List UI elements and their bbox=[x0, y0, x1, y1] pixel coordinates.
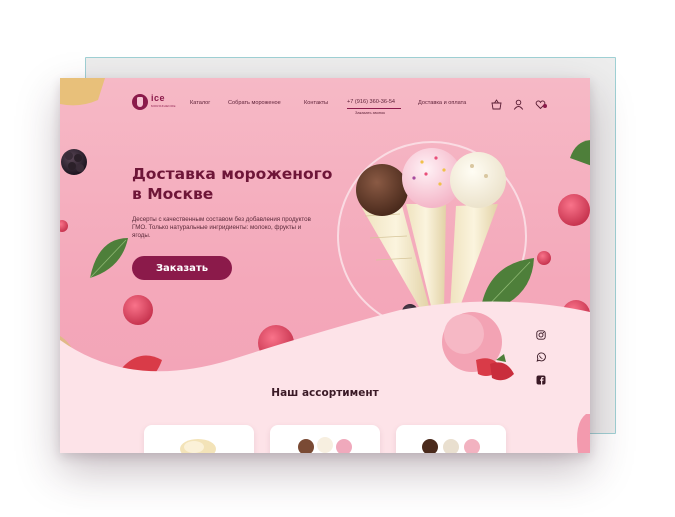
nav-catalog[interactable]: Каталог bbox=[190, 100, 210, 106]
hero-title-line-1: Доставка мороженого bbox=[132, 165, 333, 183]
logo-icon bbox=[132, 94, 148, 110]
user-icon[interactable] bbox=[513, 97, 524, 110]
heart-icon[interactable] bbox=[535, 97, 547, 110]
landing-page: ice MOROZHENOE Каталог Собрать мороженое… bbox=[60, 78, 590, 453]
product-card[interactable] bbox=[144, 425, 254, 453]
product-image bbox=[180, 439, 216, 453]
product-card[interactable] bbox=[396, 425, 506, 453]
product-image bbox=[298, 437, 352, 453]
hero-title-line-2: в Москве bbox=[132, 185, 214, 203]
favorites-badge bbox=[543, 104, 547, 108]
phone-number[interactable]: +7 (916) 360-36-54 bbox=[347, 99, 395, 105]
assortment-title: Наш ассортимент bbox=[271, 387, 379, 399]
hero-title: Доставка мороженого в Москве bbox=[132, 164, 352, 204]
nav-build-ice-cream[interactable]: Собрать мороженое bbox=[228, 100, 281, 106]
basket-icon[interactable] bbox=[491, 97, 502, 110]
callback-link[interactable]: Заказать звонок bbox=[355, 110, 385, 115]
order-button[interactable]: Заказать bbox=[132, 256, 232, 280]
logo[interactable]: ice MOROZHENOE bbox=[132, 94, 176, 110]
logo-tagline: MOROZHENOE bbox=[151, 104, 176, 108]
product-card[interactable] bbox=[270, 425, 380, 453]
hero-description: Десерты с качественным составом без доба… bbox=[132, 216, 311, 239]
nav-contacts[interactable]: Контакты bbox=[304, 100, 328, 106]
nav-delivery[interactable]: Доставка и оплата bbox=[418, 100, 466, 106]
phone-underline bbox=[347, 108, 401, 109]
ice-cream-cones bbox=[356, 148, 506, 312]
instagram-icon[interactable] bbox=[536, 327, 546, 340]
raspberry bbox=[123, 295, 153, 325]
blackberry-decoration bbox=[61, 149, 87, 175]
waffle-cone-decoration bbox=[60, 78, 105, 106]
facebook-icon[interactable] bbox=[536, 372, 546, 385]
whatsapp-icon[interactable] bbox=[536, 349, 546, 362]
product-image bbox=[422, 439, 480, 453]
